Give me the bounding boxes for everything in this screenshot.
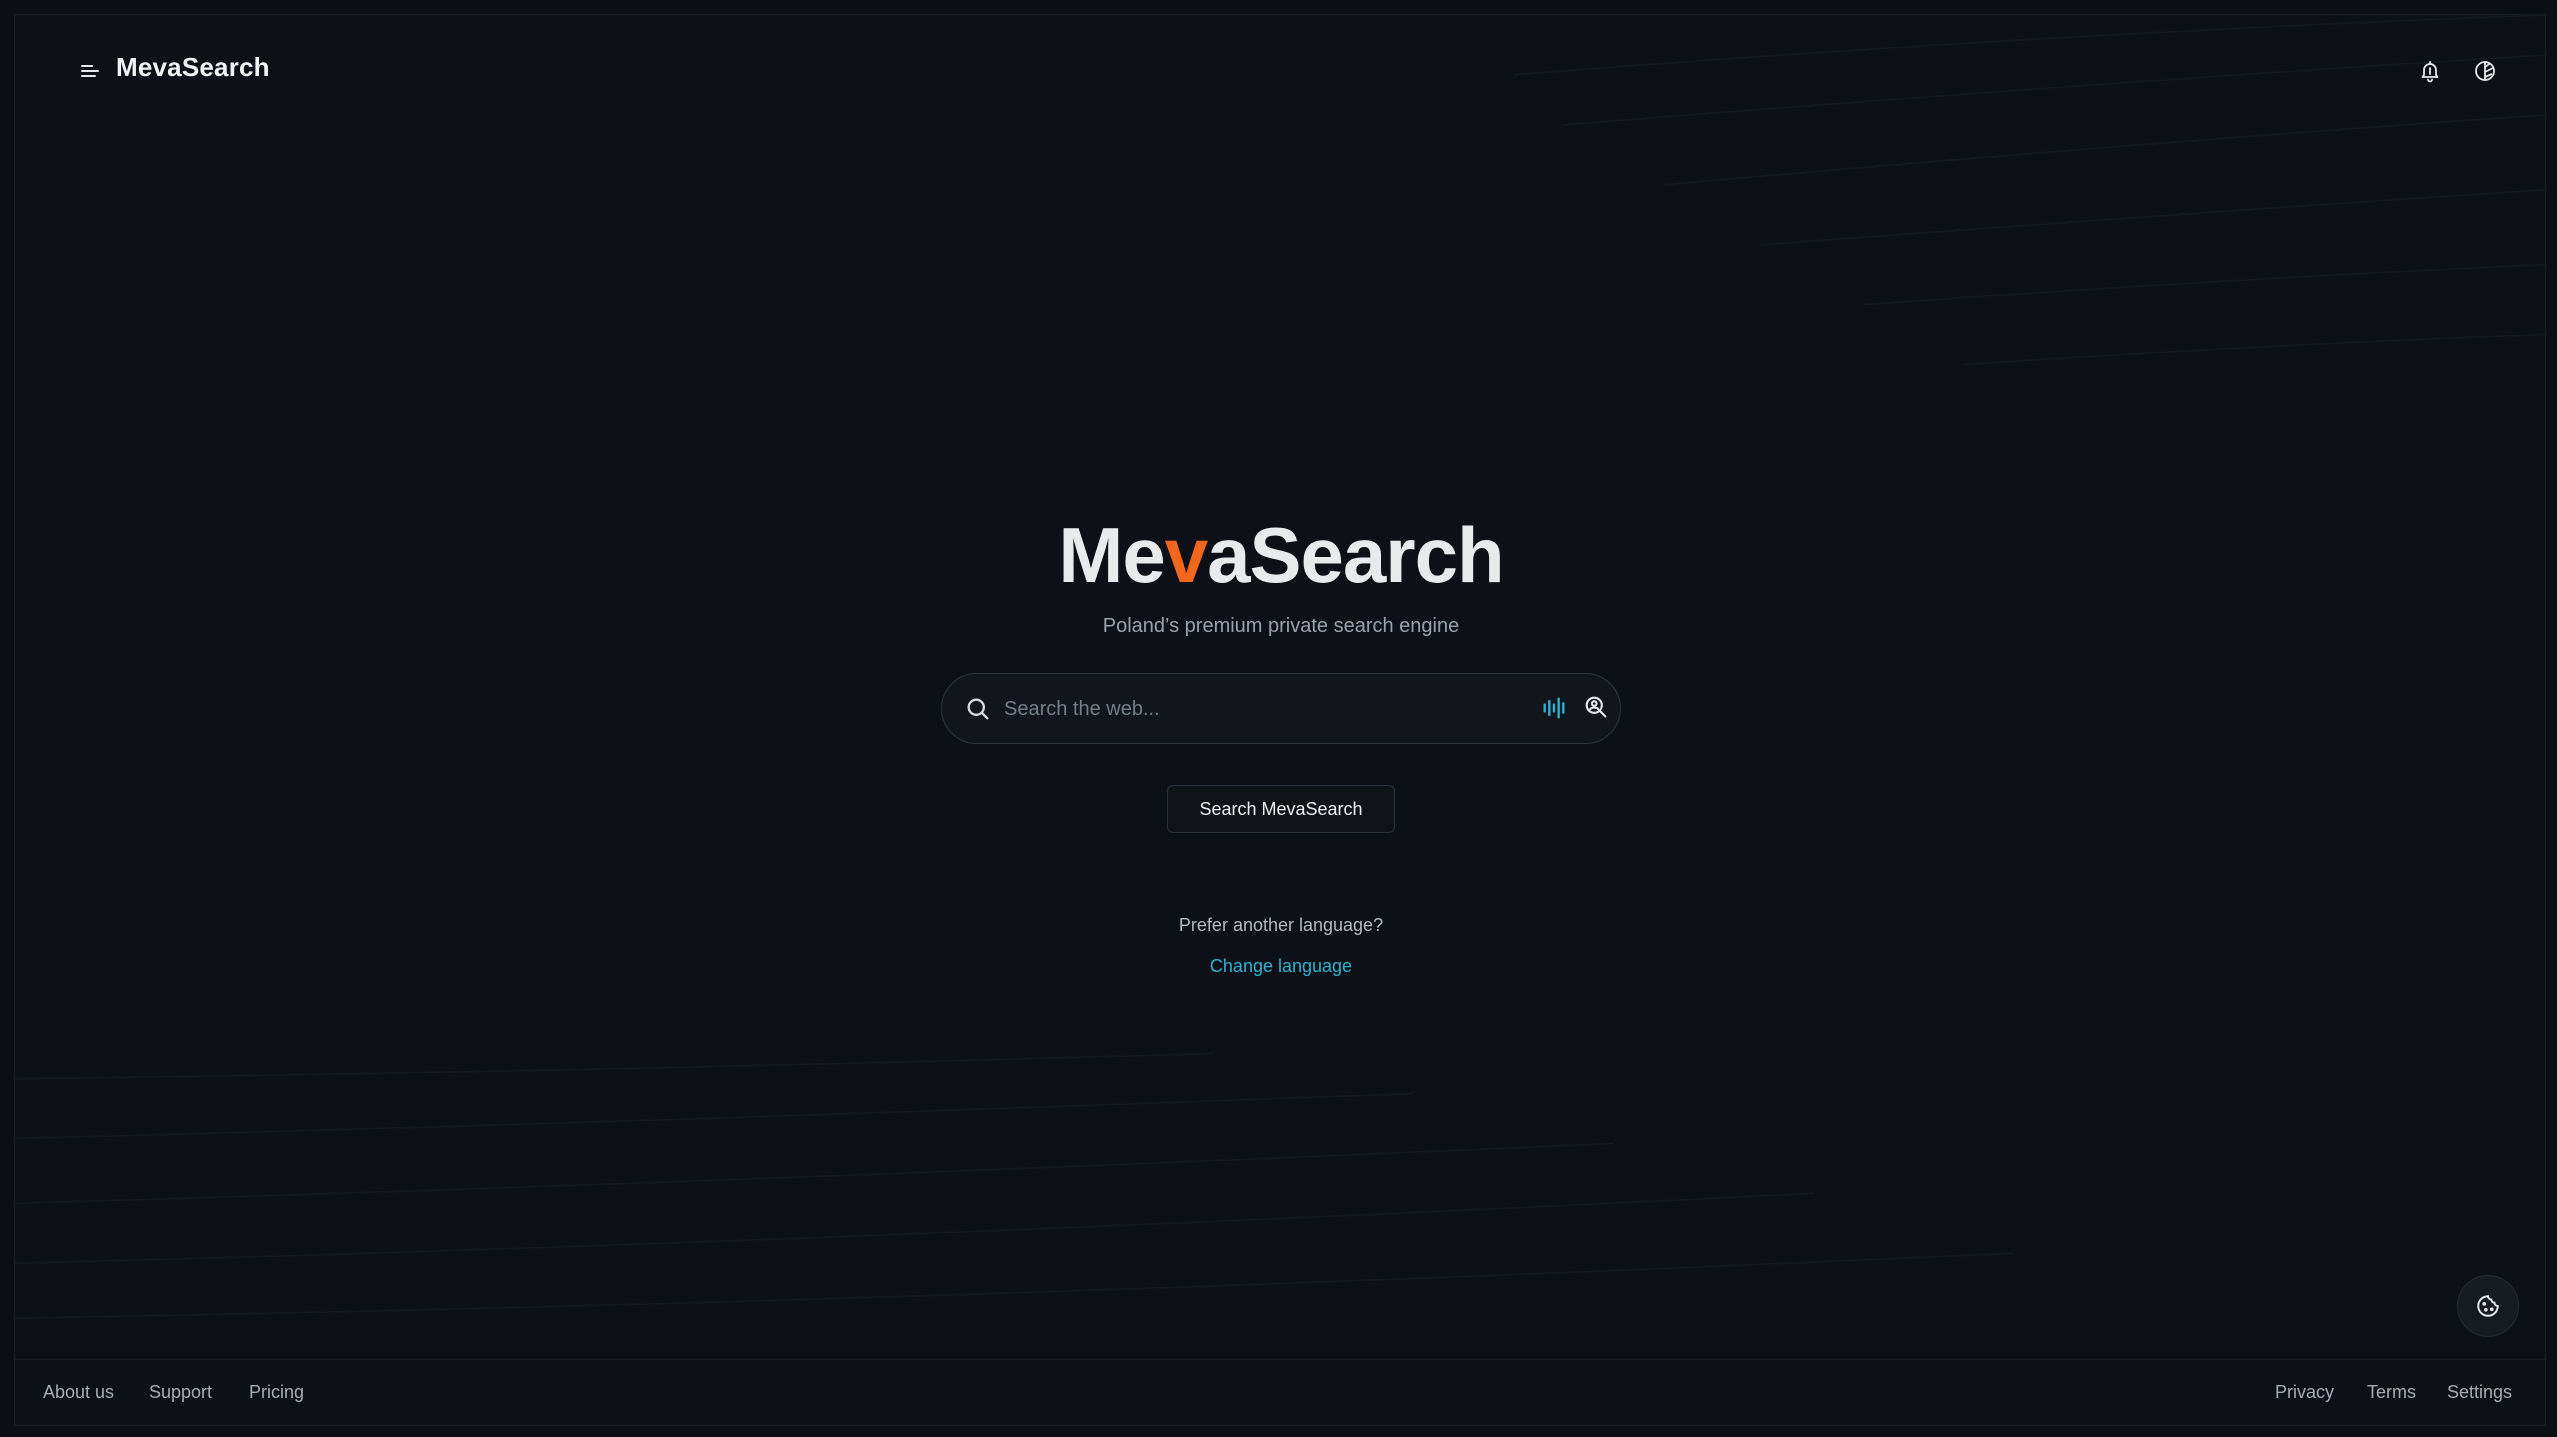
menu-button[interactable] bbox=[65, 53, 115, 89]
cookie-icon bbox=[2477, 1295, 2499, 1317]
theme-toggle-icon bbox=[2475, 61, 2495, 81]
voice-search-icon[interactable] bbox=[1540, 694, 1568, 722]
cookie-settings-button[interactable] bbox=[2457, 1275, 2519, 1337]
hero-logo: MevaSearch bbox=[15, 505, 2545, 605]
footer-link-privacy[interactable]: Privacy bbox=[2275, 1382, 2334, 1403]
search-submit-button[interactable]: Search MevaSearch bbox=[1167, 785, 1395, 833]
notifications-button[interactable] bbox=[2410, 51, 2450, 91]
bell-icon bbox=[2421, 61, 2439, 83]
change-language-link[interactable]: Change language bbox=[1181, 956, 1381, 977]
footer-link-pricing[interactable]: Pricing bbox=[249, 1382, 304, 1403]
theme-toggle-button[interactable] bbox=[2465, 51, 2505, 91]
hero-title-accent: v bbox=[1164, 511, 1208, 599]
app-window: MevaSearch MevaSearch Poland’s premium p… bbox=[14, 14, 2546, 1426]
footer-link-terms[interactable]: Terms bbox=[2367, 1382, 2416, 1403]
tagline: Poland’s premium private search engine bbox=[1102, 615, 1460, 637]
hero-title-part1: Me bbox=[1058, 511, 1165, 599]
menu-icon bbox=[81, 65, 99, 77]
language-prompt: Prefer another language? bbox=[1178, 915, 1384, 935]
hero-title-part2: aSearch bbox=[1207, 511, 1505, 599]
search-bar[interactable] bbox=[941, 673, 1621, 744]
footer: About us Support Pricing Privacy Terms S… bbox=[15, 1359, 2545, 1425]
visual-search-icon[interactable] bbox=[1582, 693, 1610, 721]
search-icon bbox=[967, 698, 989, 720]
footer-link-settings[interactable]: Settings bbox=[2447, 1382, 2512, 1403]
search-input[interactable] bbox=[1002, 688, 1502, 730]
brand-logo[interactable]: MevaSearch bbox=[116, 52, 270, 83]
footer-link-about[interactable]: About us bbox=[43, 1382, 114, 1403]
footer-link-support[interactable]: Support bbox=[149, 1382, 212, 1403]
